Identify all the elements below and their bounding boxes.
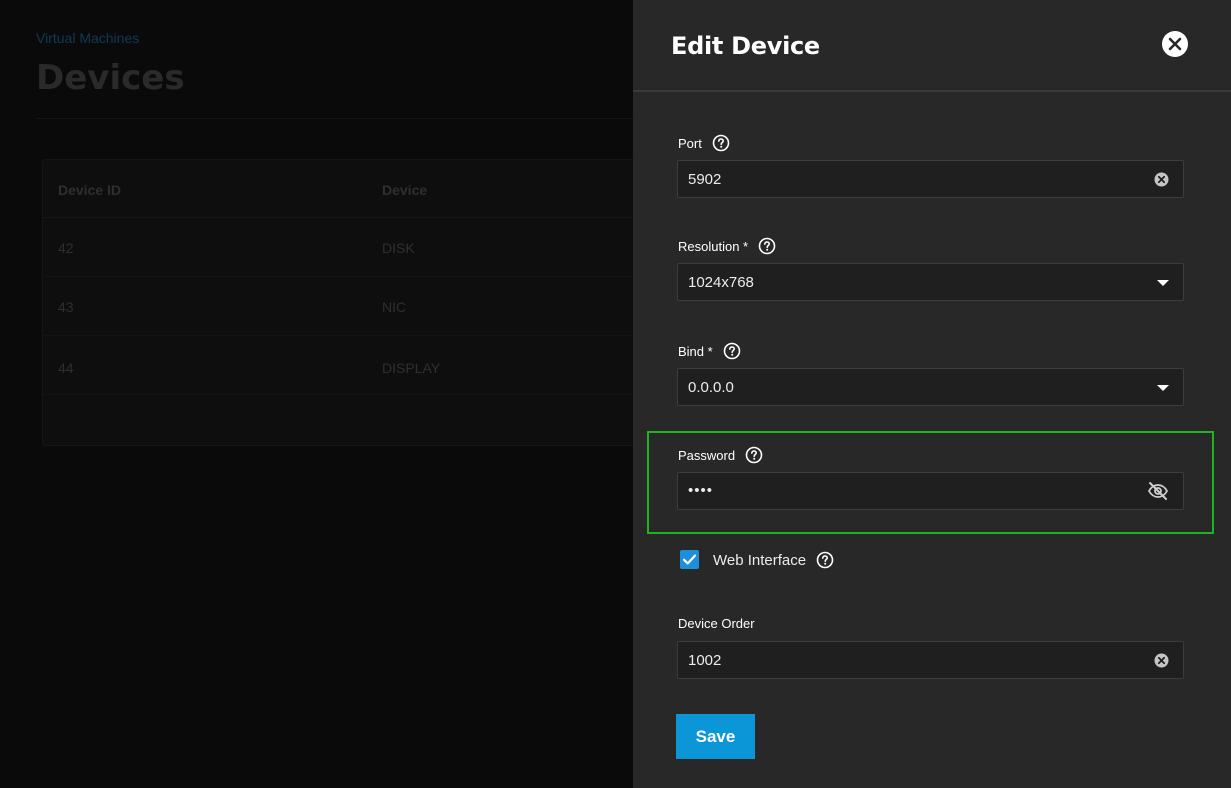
help-icon[interactable]: [712, 134, 730, 152]
panel-title: Edit Device: [671, 32, 820, 60]
eye-off-icon[interactable]: [1147, 481, 1169, 501]
device-order-label: Device Order: [678, 616, 755, 631]
port-input[interactable]: 5902: [677, 160, 1184, 198]
bind-value: 0.0.0.0: [688, 379, 734, 396]
resolution-label: Resolution *: [678, 237, 776, 255]
page-title: Devices: [36, 58, 185, 98]
resolution-value: 1024x768: [688, 274, 754, 291]
device-order-value: 1002: [688, 652, 722, 669]
resolution-label-text: Resolution *: [678, 238, 749, 254]
port-label: Port: [678, 134, 730, 152]
chevron-down-icon[interactable]: [1157, 385, 1169, 391]
cell-device: DISPLAY: [382, 360, 441, 376]
clear-icon[interactable]: [1154, 653, 1169, 668]
web-interface-checkbox[interactable]: [680, 550, 699, 569]
bind-label: Bind *: [678, 342, 741, 360]
table-row[interactable]: 44 DISPLAY: [43, 336, 641, 395]
clear-icon[interactable]: [1154, 172, 1169, 187]
column-header-device[interactable]: Device: [382, 182, 427, 198]
table-row[interactable]: 43 NIC: [43, 277, 641, 336]
cell-device-id: 42: [58, 240, 74, 256]
help-icon[interactable]: [758, 237, 776, 255]
cell-device-id: 44: [58, 360, 74, 376]
column-header-device-id[interactable]: Device ID: [58, 182, 121, 198]
port-label-text: Port: [678, 135, 702, 151]
save-button[interactable]: Save: [676, 714, 755, 759]
close-icon: [1168, 37, 1182, 51]
table-row[interactable]: 42 DISK: [43, 218, 641, 277]
chevron-down-icon[interactable]: [1157, 280, 1169, 286]
password-input[interactable]: ••••: [677, 472, 1184, 510]
edit-device-panel: Edit Device Port 5902 Resolution * 1024x…: [633, 0, 1231, 788]
password-label-text: Password: [678, 447, 736, 463]
password-value: ••••: [688, 482, 714, 499]
bind-select[interactable]: 0.0.0.0: [677, 368, 1184, 406]
help-icon[interactable]: [723, 342, 741, 360]
device-order-label-text: Device Order: [678, 616, 755, 631]
devices-table: Device ID Device 42 DISK 43 NIC 44 DISPL…: [42, 159, 642, 446]
title-divider: [36, 118, 633, 119]
cell-device: NIC: [382, 299, 407, 315]
checkmark-icon: [682, 554, 697, 565]
panel-divider: [633, 90, 1231, 92]
device-order-input[interactable]: 1002: [677, 641, 1184, 679]
cell-device-id: 43: [58, 299, 74, 315]
table-header: Device ID Device: [43, 160, 641, 218]
bind-label-text: Bind *: [678, 343, 713, 359]
web-interface-label[interactable]: Web Interface: [713, 552, 806, 569]
help-icon[interactable]: [745, 446, 763, 464]
cell-device: DISK: [382, 240, 415, 256]
breadcrumb[interactable]: Virtual Machines: [36, 30, 139, 46]
resolution-select[interactable]: 1024x768: [677, 263, 1184, 301]
port-value: 5902: [688, 171, 722, 188]
close-button[interactable]: [1162, 31, 1188, 57]
password-label: Password: [678, 446, 763, 464]
background-page: Virtual Machines Devices Device ID Devic…: [0, 0, 642, 788]
help-icon[interactable]: [816, 551, 834, 569]
